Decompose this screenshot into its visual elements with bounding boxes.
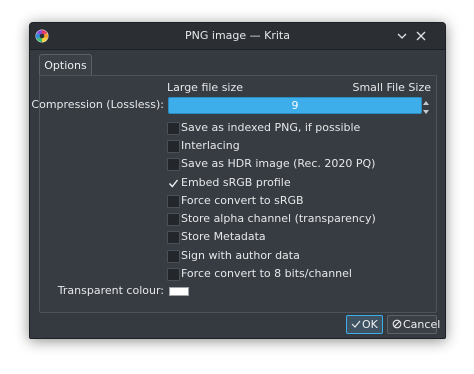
close-icon bbox=[416, 31, 426, 41]
spin-up-button[interactable] bbox=[422, 97, 430, 105]
spin-down-button[interactable] bbox=[422, 106, 430, 114]
checkbox-label: Force convert to sRGB bbox=[181, 194, 304, 207]
checkbox-label: Sign with author data bbox=[181, 249, 300, 262]
checkbox-box bbox=[167, 140, 180, 153]
checkbox-box-checked bbox=[167, 177, 180, 190]
title-bar[interactable]: PNG image — Krita bbox=[30, 23, 445, 50]
checkbox-label: Embed sRGB profile bbox=[181, 176, 291, 189]
checkbox-label: Store alpha channel (transparency) bbox=[181, 212, 376, 225]
checkbox-box bbox=[167, 195, 180, 208]
checkbox-box bbox=[167, 213, 180, 226]
checkbox-label: Store Metadata bbox=[181, 230, 266, 243]
checkbox-label: Save as indexed PNG, if possible bbox=[181, 121, 361, 134]
checkbox-box bbox=[167, 268, 180, 281]
compression-label: Compression (Lossless): bbox=[31, 98, 164, 111]
ok-label: OK bbox=[362, 318, 378, 331]
compression-slider[interactable]: 9 bbox=[168, 97, 422, 114]
tab-options[interactable]: Options bbox=[39, 54, 92, 76]
transparent-colour-label: Transparent colour: bbox=[57, 284, 164, 297]
cancel-label: Cancel bbox=[403, 318, 441, 331]
arrow-down-icon bbox=[423, 110, 429, 114]
cancel-button[interactable]: Cancel bbox=[387, 315, 441, 334]
close-button[interactable] bbox=[413, 28, 429, 44]
checkbox-label: Force convert to 8 bits/channel bbox=[181, 267, 352, 280]
large-file-size-label: Large file size bbox=[167, 81, 244, 94]
checkbox-box bbox=[167, 231, 180, 244]
checkmark-icon bbox=[168, 179, 179, 188]
minimize-button[interactable] bbox=[394, 28, 410, 44]
window-title: PNG image — Krita bbox=[185, 29, 290, 42]
checkbox-label: Save as HDR image (Rec. 2020 PQ) bbox=[181, 157, 376, 170]
compression-spinbox[interactable] bbox=[422, 97, 430, 114]
compression-value: 9 bbox=[291, 99, 299, 112]
transparent-colour-swatch[interactable] bbox=[169, 287, 189, 296]
checkmark-icon bbox=[351, 320, 361, 328]
checkbox-box bbox=[167, 122, 180, 135]
chevron-down-icon bbox=[397, 33, 407, 39]
ok-button[interactable]: OK bbox=[346, 315, 383, 334]
cancel-icon bbox=[392, 319, 402, 329]
checkbox-box bbox=[167, 158, 180, 171]
small-file-size-label: Small File Size bbox=[352, 81, 431, 94]
checkbox-box bbox=[167, 250, 180, 263]
export-dialog: PNG image — Krita Options Large file siz… bbox=[29, 22, 446, 339]
checkbox-label: Interlacing bbox=[181, 139, 240, 152]
